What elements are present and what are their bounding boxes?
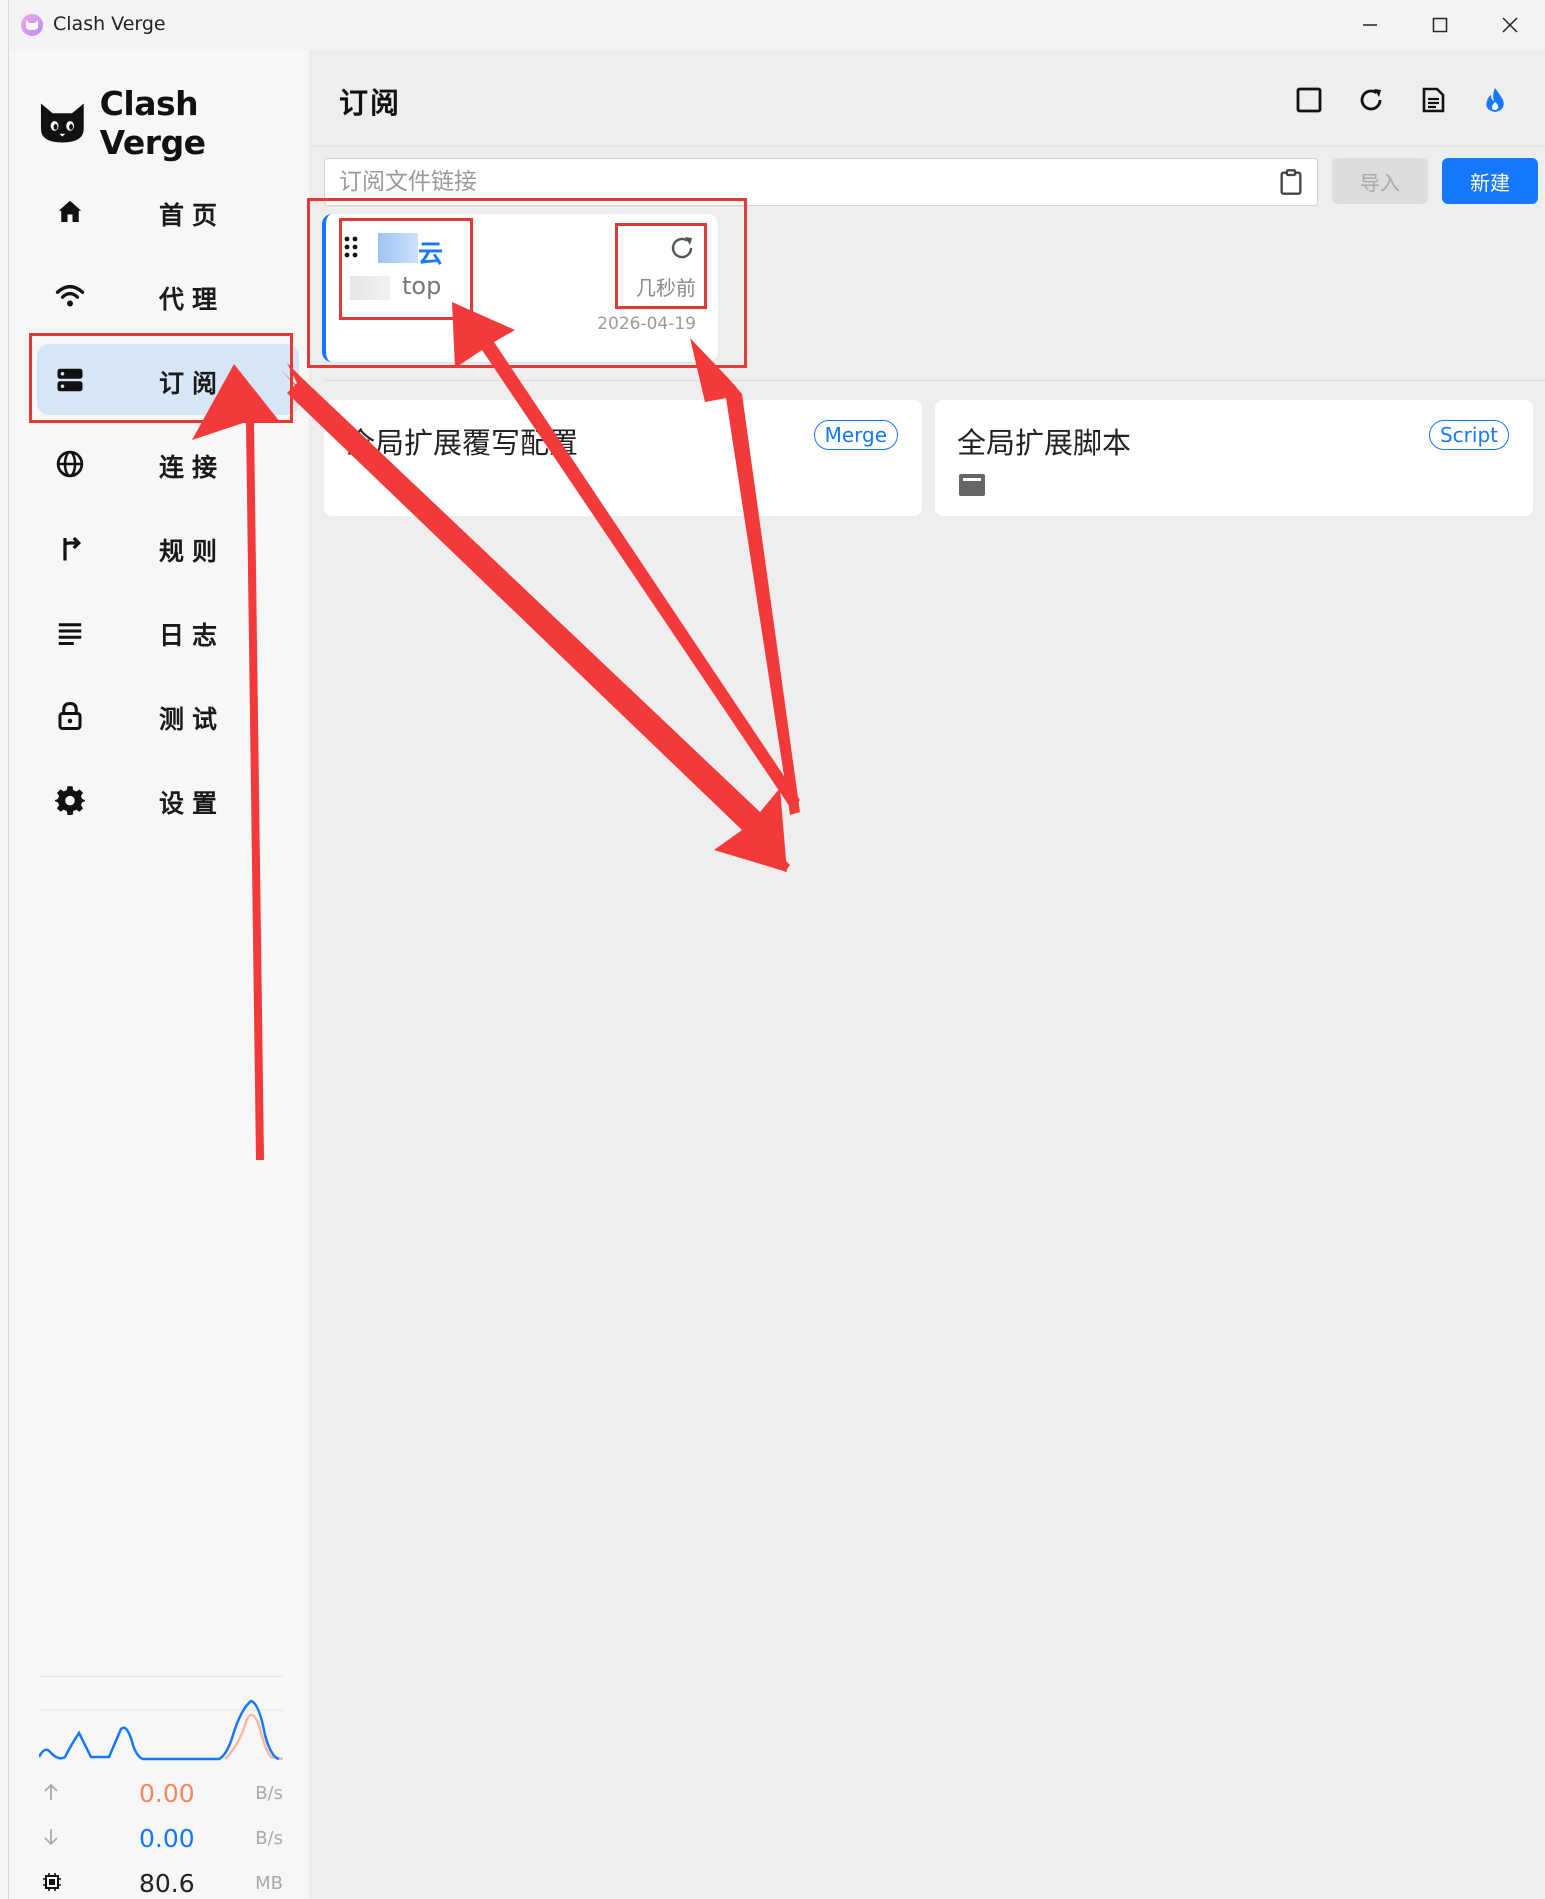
title-bar: Clash Verge [9, 0, 1545, 50]
sidebar-nav: 首页 代理 订阅 连接 规则 日志 测试 设置 [37, 176, 299, 848]
wifi-icon [55, 285, 85, 307]
arrow-up-icon [44, 1783, 58, 1800]
blurred-url-region [350, 276, 390, 300]
memory-unit: MB [255, 1873, 283, 1894]
close-icon [1502, 17, 1518, 33]
traffic-divider [39, 1676, 283, 1677]
background-window-edge [0, 0, 9, 1899]
new-profile-button[interactable]: 新建 [1442, 158, 1538, 204]
view-document-button[interactable] [1413, 80, 1453, 120]
section-divider [324, 380, 1545, 381]
global-script-card[interactable]: 全局扩展脚本 Script [935, 400, 1533, 516]
window-title: Clash Verge [53, 13, 166, 35]
memory-stat: 80.6 MB [39, 1859, 283, 1899]
profile-date: 2026-04-19 [597, 314, 696, 334]
header-actions [1289, 80, 1515, 120]
sidebar-item-settings[interactable]: 设置 [37, 764, 299, 835]
merge-badge: Merge [813, 420, 898, 450]
memory-value: 80.6 [139, 1869, 195, 1898]
file-icon [959, 474, 985, 496]
maximize-icon [1432, 17, 1448, 33]
fire-button[interactable] [1475, 80, 1515, 120]
global-merge-card[interactable]: 全局扩展覆写配置 Merge [324, 400, 922, 516]
logo-text: Clash Verge [99, 84, 206, 162]
list-icon [58, 623, 82, 645]
drag-handle-icon[interactable] [344, 236, 358, 258]
upload-value: 0.00 [139, 1779, 195, 1808]
subscription-url-field [324, 158, 1318, 206]
cat-logo-icon [40, 103, 84, 143]
subscription-icon [57, 368, 83, 392]
sidebar-item-label: 规则 [159, 537, 226, 566]
profile-card[interactable]: 云 top 几秒前 2026-04-19 [322, 214, 718, 362]
page-title: 订阅 [339, 86, 402, 120]
traffic-graph [37, 1699, 284, 1761]
updated-time: 几秒前 [636, 276, 696, 300]
sidebar-item-test[interactable]: 测试 [37, 680, 299, 751]
select-all-button[interactable] [1289, 80, 1329, 120]
home-icon [58, 200, 82, 222]
sidebar-item-label: 代理 [159, 285, 226, 314]
sidebar-item-connections[interactable]: 连接 [37, 428, 299, 499]
sidebar-item-label: 订阅 [159, 369, 226, 398]
fork-icon [63, 536, 82, 561]
upload-stat: 0.00 B/s [39, 1769, 283, 1814]
sidebar: Clash Verge 首页 代理 订阅 连接 规则 日志 测试 设置 0.00… [9, 50, 309, 1899]
globe-icon [56, 450, 84, 478]
sidebar-item-rules[interactable]: 规则 [37, 512, 299, 583]
import-button[interactable]: 导入 [1332, 158, 1428, 204]
app-icon [21, 14, 43, 36]
header-divider [309, 146, 1545, 147]
square-icon [1296, 87, 1322, 113]
sidebar-item-logs[interactable]: 日志 [37, 596, 299, 667]
ext-card-title: 全局扩展脚本 [957, 426, 1132, 460]
ext-card-title: 全局扩展覆写配置 [346, 426, 579, 460]
main-content: 订阅 订阅文件链接 导入 新建 云 top 几秒前 2026-04-19 全局扩… [309, 50, 1545, 1899]
traffic-panel: 0.00 B/s 0.00 B/s 80.6 MB [37, 1676, 284, 1899]
minimize-icon [1363, 24, 1377, 26]
sidebar-item-label: 首页 [159, 201, 226, 230]
gear-icon [55, 786, 85, 815]
maximize-button[interactable] [1405, 0, 1475, 50]
clipboard-icon[interactable] [1277, 168, 1305, 196]
fire-icon [1486, 88, 1504, 112]
sidebar-item-label: 日志 [159, 621, 226, 650]
document-icon [1422, 87, 1445, 113]
app-logo: Clash Verge [39, 84, 309, 162]
sidebar-item-label: 设置 [159, 789, 226, 818]
sidebar-item-label: 测试 [159, 705, 226, 734]
app-window: Clash Verge Clash Verge 首页 代理 订阅 连接 规则 日… [9, 0, 1545, 1899]
memory-chip-icon [43, 1873, 61, 1891]
refresh-icon [1360, 89, 1382, 111]
minimize-button[interactable] [1335, 0, 1405, 50]
arrow-down-icon [44, 1829, 58, 1846]
refresh-profile-icon[interactable] [668, 234, 696, 262]
sidebar-item-label: 连接 [159, 453, 226, 482]
script-badge: Script [1428, 420, 1509, 450]
close-button[interactable] [1475, 0, 1545, 50]
profile-name: 云 [418, 239, 444, 268]
subscription-url-input[interactable] [325, 159, 1265, 205]
blurred-name-region [378, 233, 418, 263]
download-stat: 0.00 B/s [39, 1814, 283, 1859]
download-value: 0.00 [139, 1824, 195, 1853]
sidebar-item-home[interactable]: 首页 [37, 176, 299, 247]
sidebar-item-subscription[interactable]: 订阅 [37, 344, 299, 415]
sidebar-item-proxy[interactable]: 代理 [37, 260, 299, 331]
download-unit: B/s [255, 1828, 283, 1849]
lock-icon [58, 701, 82, 730]
profile-url: top [402, 272, 442, 300]
refresh-all-button[interactable] [1351, 80, 1391, 120]
upload-unit: B/s [255, 1783, 283, 1804]
